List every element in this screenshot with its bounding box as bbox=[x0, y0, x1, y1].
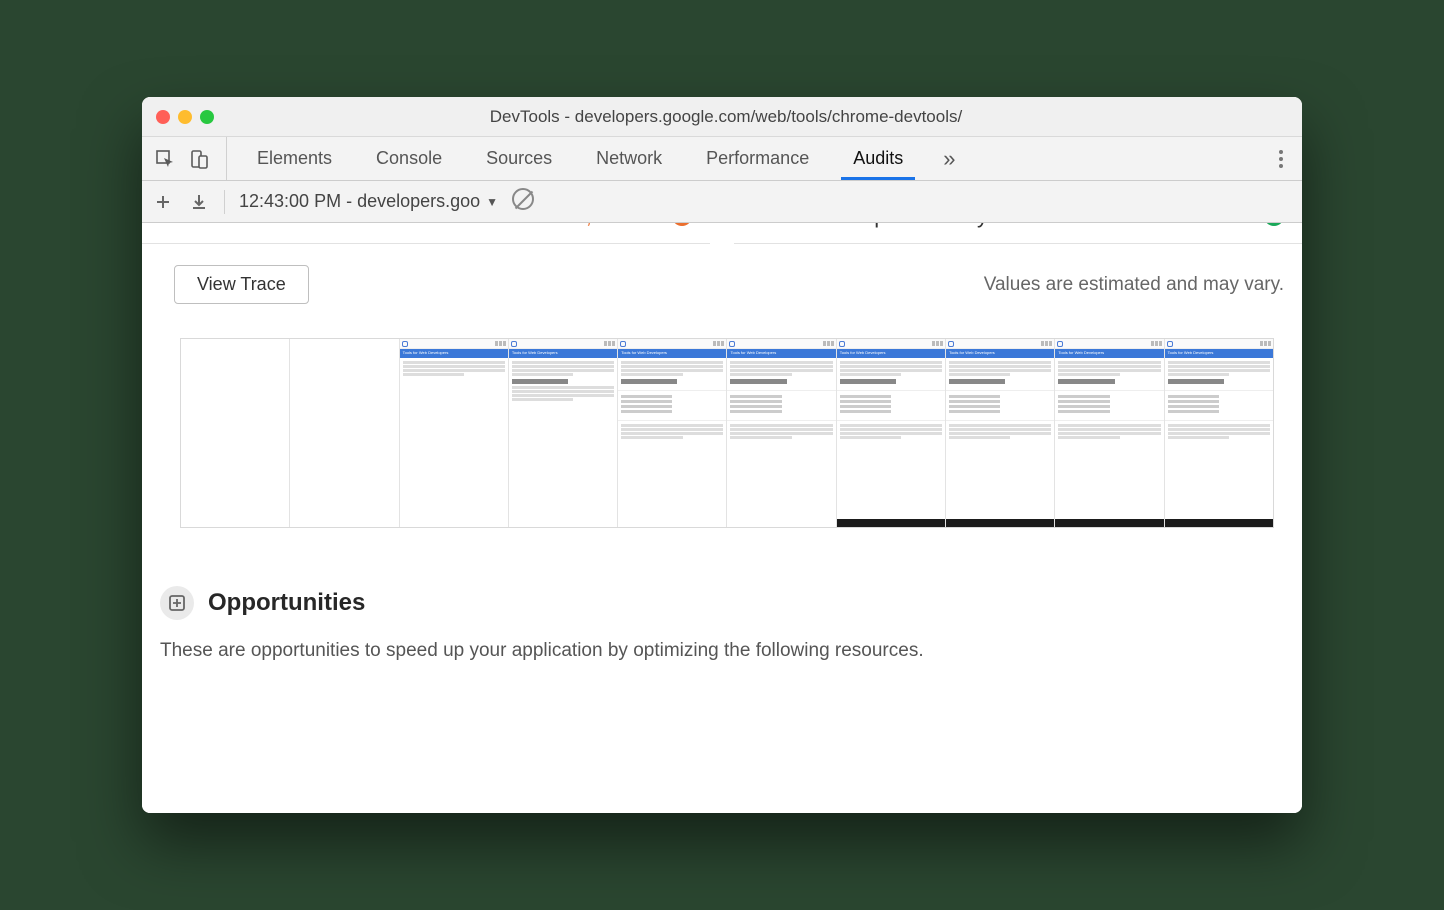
metric-tti: Time to Interactive 7,180 ms bbox=[142, 223, 710, 244]
filmstrip-frame: Tools for Web Developers bbox=[1054, 339, 1163, 527]
opportunities-icon bbox=[160, 586, 194, 620]
audit-select-label: 12:43:00 PM - developers.goo bbox=[239, 191, 480, 212]
new-audit-icon[interactable] bbox=[152, 191, 174, 213]
filmstrip-frame: Tools for Web Developers bbox=[945, 339, 1054, 527]
status-dot-ok-icon bbox=[1264, 223, 1284, 226]
section-header: Opportunities bbox=[160, 586, 1284, 620]
titlebar: DevTools - developers.google.com/web/too… bbox=[142, 97, 1302, 137]
frame-banner: Tools for Web Developers bbox=[1055, 349, 1163, 358]
frame-banner: Tools for Web Developers bbox=[946, 349, 1054, 358]
section-title: Opportunities bbox=[208, 589, 365, 617]
view-trace-button[interactable]: View Trace bbox=[174, 265, 309, 304]
tabs-overflow[interactable]: » bbox=[925, 137, 1290, 180]
frame-banner: Tools for Web Developers bbox=[837, 349, 945, 358]
devtools-tabs: Elements Console Sources Network Perform… bbox=[142, 137, 1302, 181]
metric-value: 18 ms bbox=[1196, 223, 1284, 229]
metric-value: 7,180 ms bbox=[574, 223, 693, 229]
tab-console[interactable]: Console bbox=[354, 137, 464, 180]
frame-banner: Tools for Web Developers bbox=[618, 349, 726, 358]
devtools-window: DevTools - developers.google.com/web/too… bbox=[142, 97, 1302, 813]
trace-row: View Trace Values are estimated and may … bbox=[142, 245, 1302, 314]
metric-eil: Estimated Input Latency 18 ms bbox=[734, 223, 1302, 244]
panel-tabs: Elements Console Sources Network Perform… bbox=[235, 137, 925, 180]
filmstrip-frame: Tools for Web Developers bbox=[1164, 339, 1273, 527]
tab-network[interactable]: Network bbox=[574, 137, 684, 180]
status-dot-warning-icon bbox=[672, 223, 692, 226]
filmstrip-frame: Tools for Web Developers bbox=[726, 339, 835, 527]
filmstrip-frame: Tools for Web Developers bbox=[617, 339, 726, 527]
section-description: These are opportunities to speed up your… bbox=[160, 640, 1284, 662]
filmstrip-frame: Tools for Web Developers bbox=[399, 339, 508, 527]
metric-value-text: 18 ms bbox=[1196, 223, 1256, 229]
audit-select[interactable]: 12:43:00 PM - developers.goo ▼ bbox=[239, 191, 498, 212]
opportunities-section: Opportunities These are opportunities to… bbox=[142, 586, 1302, 662]
audits-toolbar: 12:43:00 PM - developers.goo ▼ bbox=[142, 181, 1302, 223]
filmstrip-frame bbox=[289, 339, 398, 527]
audits-content: Time to Interactive 7,180 ms Estimated I… bbox=[142, 223, 1302, 813]
frame-heading: Chrome DevTools bbox=[512, 379, 568, 384]
metrics-row: Time to Interactive 7,180 ms Estimated I… bbox=[142, 223, 1302, 245]
chevron-down-icon: ▼ bbox=[486, 195, 498, 209]
frame-banner: Tools for Web Developers bbox=[1165, 349, 1273, 358]
filmstrip-frame: Tools for Web Developers Chrome DevTools bbox=[508, 339, 617, 527]
download-icon[interactable] bbox=[188, 191, 210, 213]
tab-performance[interactable]: Performance bbox=[684, 137, 831, 180]
filmstrip-frame: Tools for Web Developers bbox=[836, 339, 945, 527]
frame-banner: Tools for Web Developers bbox=[509, 349, 617, 358]
filmstrip: Tools for Web Developers Tools for Web D… bbox=[180, 338, 1274, 528]
inspector-controls bbox=[154, 137, 227, 180]
frame-banner: Tools for Web Developers bbox=[400, 349, 508, 358]
filmstrip-frame bbox=[181, 339, 289, 527]
metric-label: Estimated Input Latency bbox=[752, 223, 988, 229]
inspect-element-icon[interactable] bbox=[154, 148, 176, 170]
window-title: DevTools - developers.google.com/web/too… bbox=[164, 107, 1288, 127]
tab-elements[interactable]: Elements bbox=[235, 137, 354, 180]
metric-value-text: 7,180 ms bbox=[574, 223, 665, 229]
divider bbox=[224, 190, 225, 214]
chevron-double-right-icon: » bbox=[943, 146, 955, 172]
clear-icon[interactable] bbox=[512, 188, 534, 215]
estimate-hint: Values are estimated and may vary. bbox=[984, 274, 1284, 296]
frame-banner: Tools for Web Developers bbox=[727, 349, 835, 358]
kebab-menu-icon[interactable] bbox=[1278, 148, 1284, 170]
device-toggle-icon[interactable] bbox=[188, 148, 210, 170]
tab-audits[interactable]: Audits bbox=[831, 137, 925, 180]
metric-label: Time to Interactive bbox=[160, 223, 340, 229]
tab-sources[interactable]: Sources bbox=[464, 137, 574, 180]
